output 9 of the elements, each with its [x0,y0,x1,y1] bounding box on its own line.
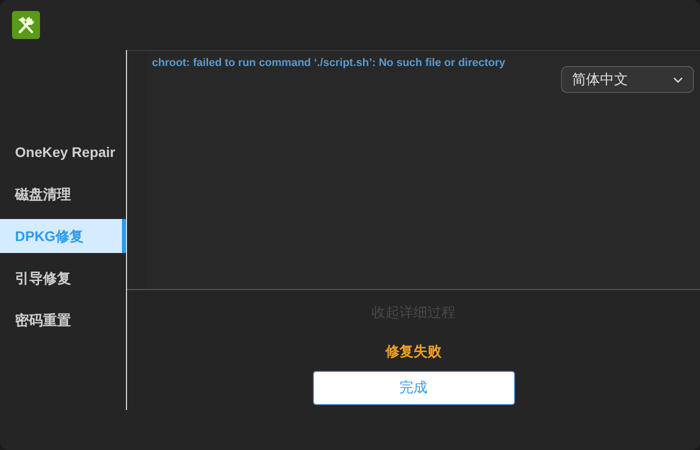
tools-icon [12,11,40,39]
language-dropdown[interactable]: 简体中文 [561,66,694,93]
sidebar-item[interactable]: 引导修复 [0,261,126,295]
sidebar-item[interactable]: 密码重置 [0,303,126,337]
sidebar-item[interactable]: 磁盘清理 [0,177,126,211]
sidebar-item[interactable]: OneKey Repair [0,135,126,169]
chevron-down-icon [673,76,683,82]
log-line: chroot: failed to run command ‘./script.sh’: No such file or directory [152,57,506,69]
status-text: 修复失败 [386,343,442,361]
